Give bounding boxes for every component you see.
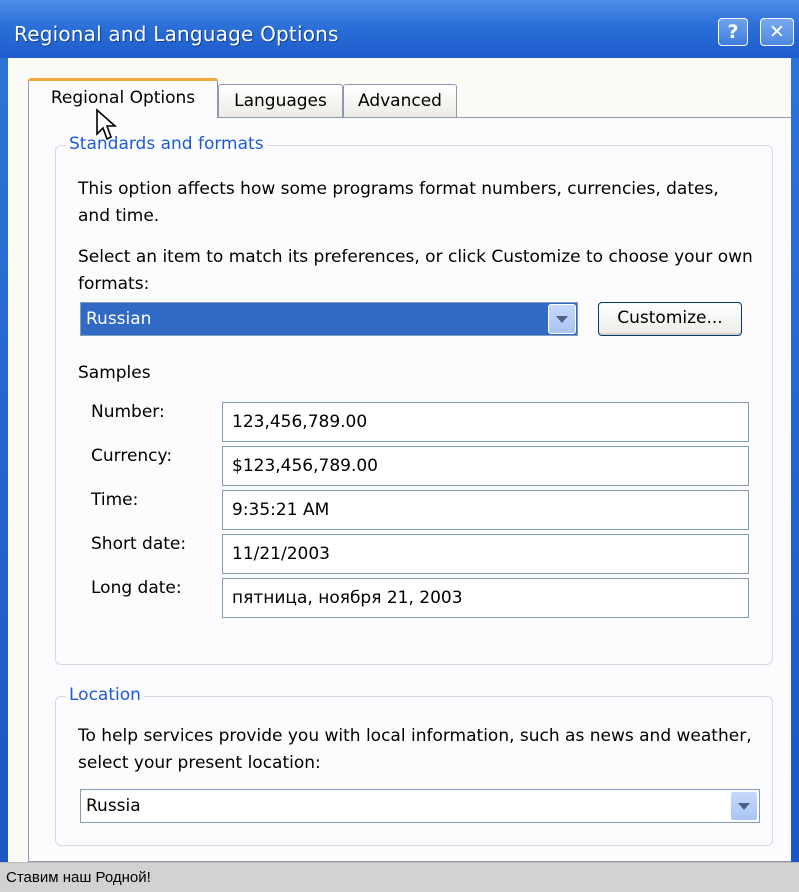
standards-and-formats-group: Standards and formats This option affect… (55, 134, 773, 665)
sample-currency-label: Currency: (91, 446, 173, 466)
caption-bar: Ставим наш Родной! (0, 862, 799, 892)
location-select-value: Russia (86, 796, 141, 816)
dialog-window: Regional and Language Options ? ✕ Region… (0, 0, 799, 862)
sample-long-date-value: пятница, ноября 21, 2003 (222, 578, 749, 618)
tab-regional-options[interactable]: Regional Options (28, 78, 218, 118)
sample-short-date-value: 11/21/2003 (222, 534, 749, 574)
location-select[interactable]: Russia (80, 789, 760, 823)
window-title: Regional and Language Options (14, 22, 339, 46)
caption-text: Ставим наш Родной! (6, 869, 151, 886)
location-group-title: Location (66, 685, 144, 705)
dialog-client-area: Regional Options Languages Advanced Stan… (8, 58, 791, 862)
sample-short-date-label: Short date: (91, 534, 187, 554)
customize-button[interactable]: Customize... (598, 302, 742, 336)
sample-number-value: 123,456,789.00 (222, 402, 749, 442)
format-select-value: Russian (86, 309, 152, 329)
standards-description: This option affects how some programs fo… (78, 179, 719, 226)
tab-panel-regional-options: Standards and formats This option affect… (28, 117, 791, 862)
chevron-down-icon[interactable] (548, 304, 576, 334)
tab-advanced[interactable]: Advanced (343, 84, 457, 118)
standards-instruction: Select an item to match its preferences,… (78, 247, 753, 294)
tab-languages[interactable]: Languages (218, 84, 343, 118)
mouse-pointer-icon (96, 108, 118, 141)
close-button[interactable]: ✕ (760, 18, 794, 46)
sample-time-value: 9:35:21 AM (222, 490, 749, 530)
sample-number-label: Number: (91, 402, 165, 422)
sample-currency-value: $123,456,789.00 (222, 446, 749, 486)
format-select[interactable]: Russian (80, 302, 578, 336)
location-description: To help services provide you with local … (78, 726, 752, 773)
sample-time-label: Time: (91, 490, 139, 510)
samples-heading: Samples (78, 363, 151, 383)
sample-long-date-label: Long date: (91, 578, 182, 598)
help-button[interactable]: ? (718, 18, 748, 46)
chevron-down-icon[interactable] (730, 791, 758, 821)
title-bar[interactable]: Regional and Language Options ? ✕ (0, 0, 799, 58)
location-group: Location To help services provide you wi… (55, 685, 773, 846)
